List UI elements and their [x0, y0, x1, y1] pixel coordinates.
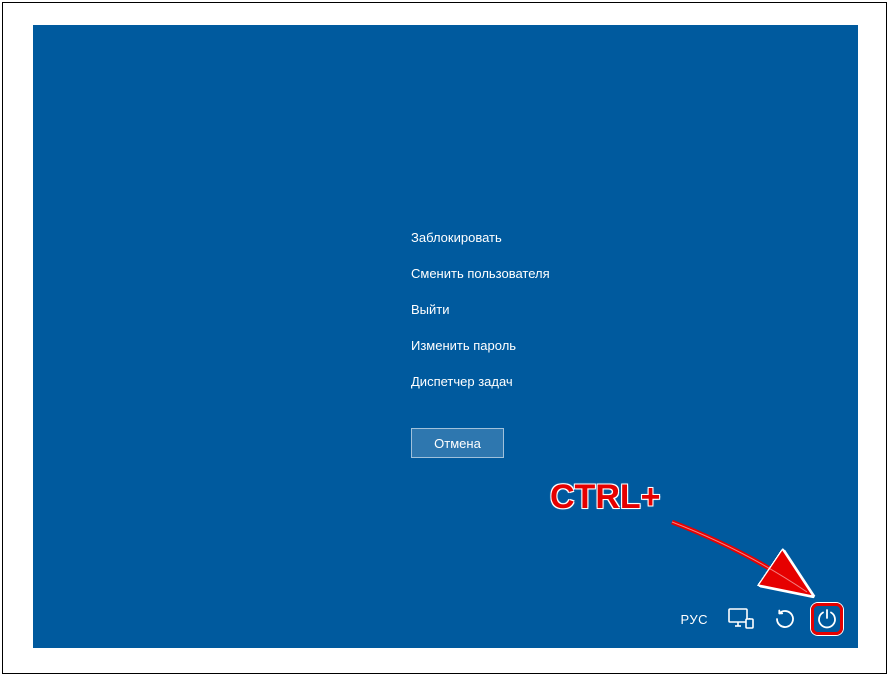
input-language-indicator[interactable]: РУС: [680, 612, 708, 627]
screenshot-frame: Заблокировать Сменить пользователя Выйти…: [2, 2, 887, 674]
cancel-button[interactable]: Отмена: [411, 428, 504, 458]
network-icon[interactable]: [728, 608, 754, 630]
lock-option[interactable]: Заблокировать: [411, 220, 550, 256]
task-manager-option[interactable]: Диспетчер задач: [411, 364, 550, 400]
windows-security-screen: Заблокировать Сменить пользователя Выйти…: [33, 25, 858, 648]
sign-out-option[interactable]: Выйти: [411, 292, 550, 328]
cancel-button-label: Отмена: [434, 436, 481, 451]
security-options-menu: Заблокировать Сменить пользователя Выйти…: [411, 220, 550, 400]
switch-user-option[interactable]: Сменить пользователя: [411, 256, 550, 292]
change-password-option[interactable]: Изменить пароль: [411, 328, 550, 364]
bottom-right-tray: РУС: [680, 608, 838, 630]
annotation-ctrl-label: CTRL+: [550, 478, 661, 517]
power-icon[interactable]: [816, 608, 838, 630]
ease-of-access-icon[interactable]: [774, 608, 796, 630]
